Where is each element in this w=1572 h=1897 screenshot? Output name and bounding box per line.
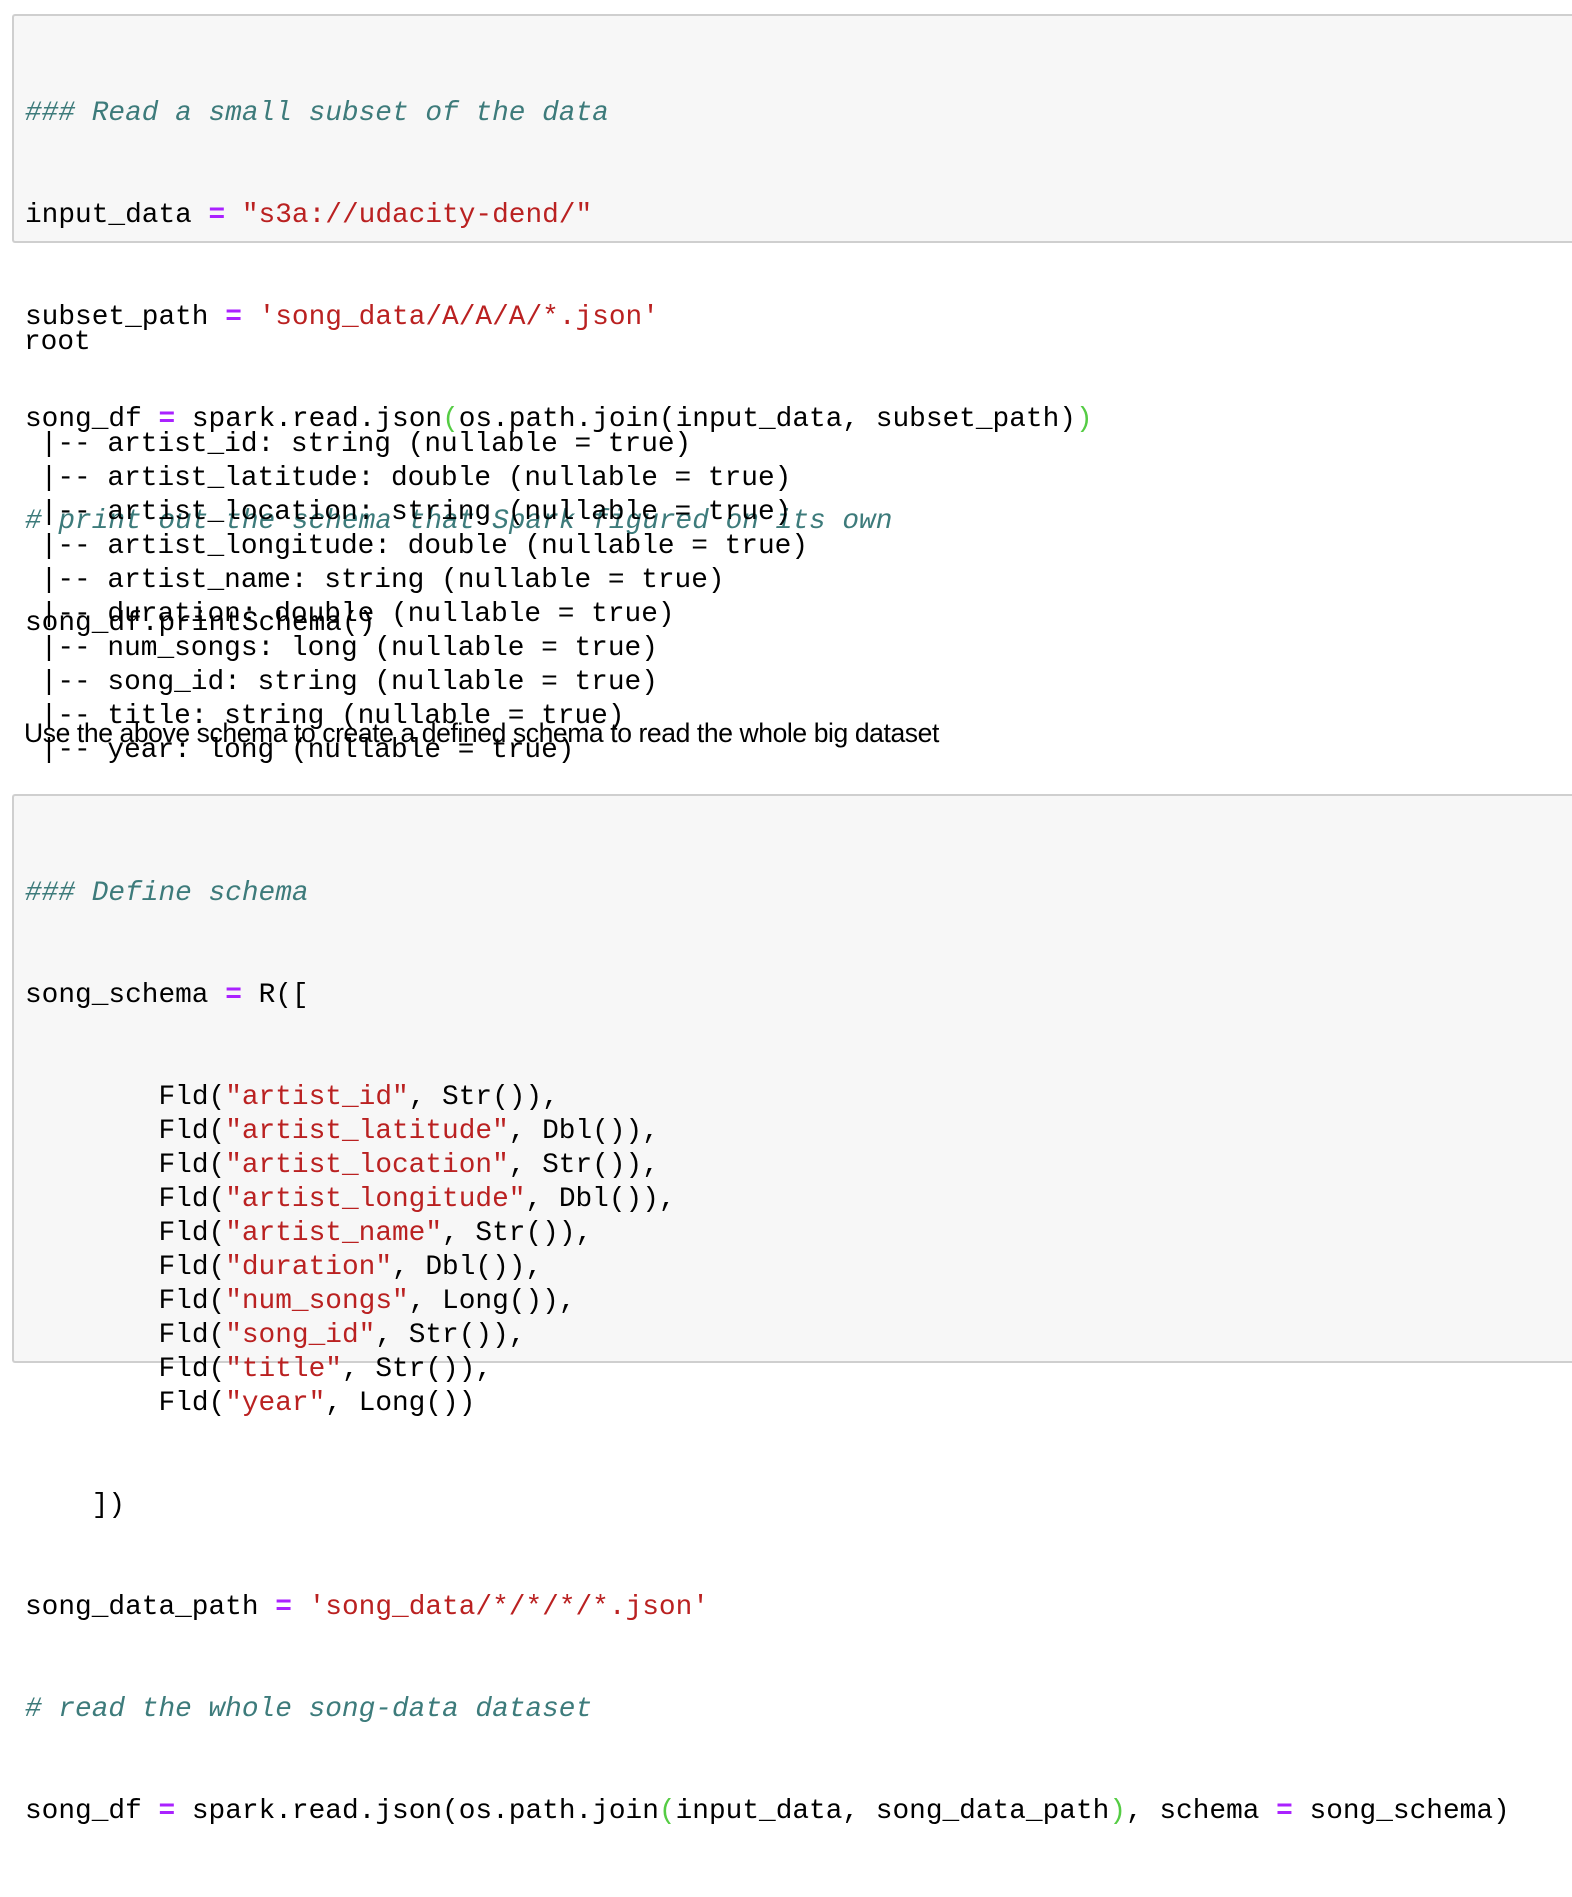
schema-field: |-- artist_location: string (nullable = … (24, 497, 792, 528)
code-line: song_data_path = 'song_data/*/*/*/*.json… (25, 1592, 709, 1623)
field-definition-line: Fld("artist_latitude", Dbl()), (158, 1116, 659, 1147)
schema-field: |-- artist_latitude: double (nullable = … (24, 463, 792, 494)
code-line: song_schema = R([ (25, 980, 309, 1011)
code-comment: # read the whole song-data dataset (25, 1694, 593, 1725)
schema-field: |-- artist_name: string (nullable = true… (24, 565, 725, 596)
code-line: ]) (25, 1490, 126, 1521)
schema-root: root (24, 327, 91, 358)
field-definition-line: Fld("duration", Dbl()), (158, 1252, 543, 1283)
schema-field: |-- duration: double (nullable = true) (24, 599, 675, 630)
field-definition-line: Fld("artist_longitude", Dbl()), (158, 1184, 676, 1215)
schema-field-definitions: Fld("artist_id", Str()), Fld("artist_lat… (25, 1081, 1510, 1421)
field-definition-line: Fld("artist_location", Str()), (158, 1150, 659, 1181)
field-definition-line: Fld("year", Long()) (158, 1388, 476, 1419)
code-comment: ### Define schema (25, 878, 309, 909)
field-definition-line: Fld("num_songs", Long()), (158, 1286, 576, 1317)
code-cell-read-subset[interactable]: ### Read a small subset of the data inpu… (12, 14, 1572, 639)
schema-field: |-- artist_id: string (nullable = true) (24, 429, 692, 460)
code-editor[interactable]: ### Define schema song_schema = R([ Fld(… (25, 809, 1510, 1897)
schema-field: |-- artist_longitude: double (nullable =… (24, 531, 809, 562)
code-line: input_data = "s3a://udacity-dend/" (25, 200, 593, 231)
code-cell-define-schema[interactable]: ### Define schema song_schema = R([ Fld(… (12, 794, 1572, 1827)
field-definition-line: Fld("song_id", Str()), (158, 1320, 526, 1351)
code-comment: ### Read a small subset of the data (25, 98, 609, 129)
field-definition-line: Fld("artist_id", Str()), (158, 1082, 559, 1113)
schema-field: |-- num_songs: long (nullable = true) (24, 633, 658, 664)
schema-field-list: |-- artist_id: string (nullable = true) … (24, 428, 808, 768)
field-definition-line: Fld("artist_name", Str()), (158, 1218, 593, 1249)
schema-field: |-- song_id: string (nullable = true) (24, 667, 658, 698)
field-definition-line: Fld("title", Str()), (158, 1354, 493, 1385)
code-line: song_df = spark.read.json(os.path.join(i… (25, 1796, 1510, 1827)
markdown-cell: Use the above schema to create a defined… (24, 718, 939, 748)
